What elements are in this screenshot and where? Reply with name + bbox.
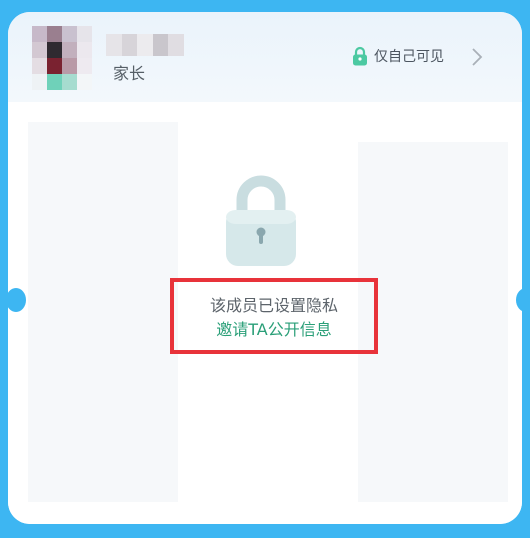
privacy-lock-icon bbox=[226, 175, 296, 266]
member-name-obscured bbox=[106, 34, 184, 56]
lock-icon bbox=[353, 46, 367, 66]
invite-public-link[interactable]: 邀请TA公开信息 bbox=[174, 316, 374, 340]
background-decoration bbox=[28, 122, 178, 502]
chevron-right-icon[interactable] bbox=[470, 47, 484, 67]
background-decoration bbox=[358, 142, 508, 502]
member-card: 家长 仅自己可见 该成员已设置隐私 邀请TA公开信息 bbox=[8, 12, 522, 524]
member-role: 家长 bbox=[113, 64, 146, 83]
privacy-notice: 该成员已设置隐私 邀请TA公开信息 bbox=[170, 278, 378, 354]
privacy-setting[interactable]: 仅自己可见 bbox=[352, 46, 444, 66]
member-header: 家长 仅自己可见 bbox=[8, 12, 522, 102]
avatar[interactable] bbox=[32, 26, 92, 90]
privacy-label: 仅自己可见 bbox=[374, 49, 444, 65]
privacy-message: 该成员已设置隐私 bbox=[209, 296, 338, 315]
